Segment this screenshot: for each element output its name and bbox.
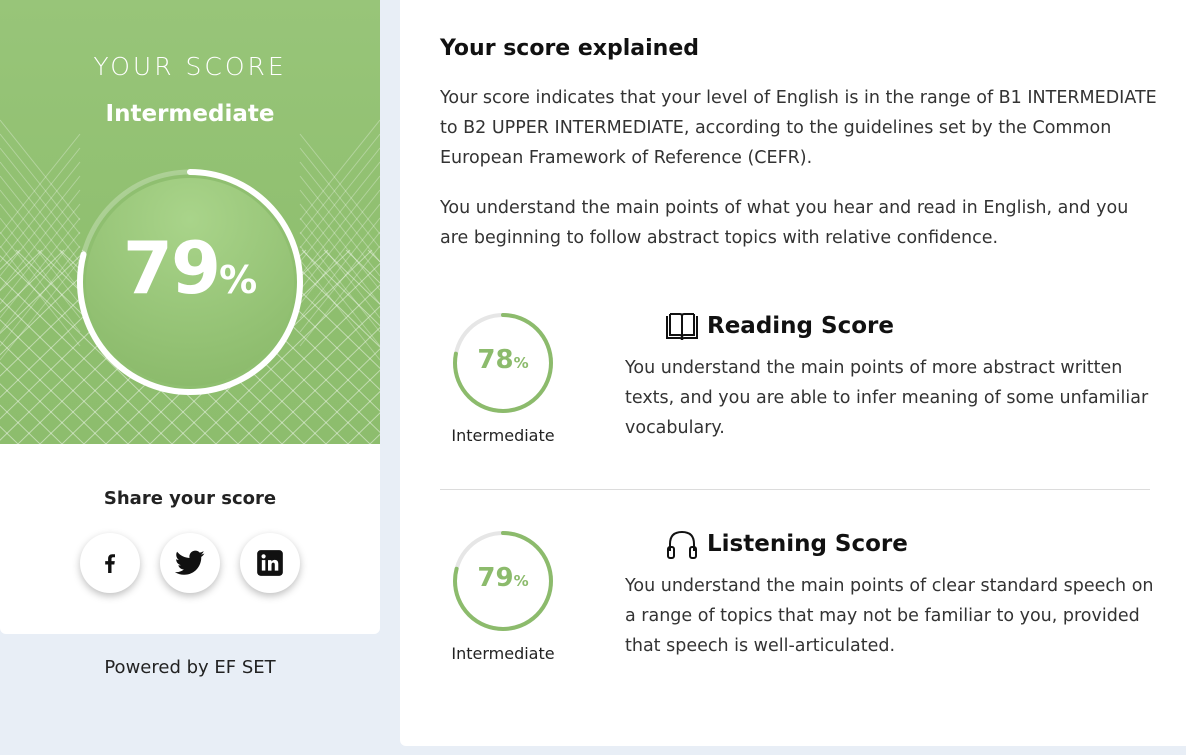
facebook-button[interactable] [80, 533, 140, 593]
overall-score-unit: % [219, 258, 258, 302]
score-hero: YOUR SCORE Intermediate 79% [0, 0, 380, 444]
listening-level: Intermediate [451, 644, 555, 663]
section-divider [440, 489, 1150, 490]
reading-score-title: Reading Score [665, 311, 894, 341]
reading-score-label: Reading Score [707, 313, 894, 339]
explanation-paragraph-1: Your score indicates that your level of … [440, 88, 1157, 168]
overall-score-value: 79% [74, 226, 306, 310]
linkedin-icon [257, 550, 283, 576]
overall-level: Intermediate [105, 101, 275, 127]
listening-score-title: Listening Score [665, 529, 908, 559]
reading-score-number: 78 [477, 345, 514, 375]
linkedin-button[interactable] [240, 533, 300, 593]
headphones-icon [665, 529, 699, 559]
explanation-title: Your score explained [440, 36, 699, 61]
listening-description: You understand the main points of clear … [625, 576, 1154, 656]
share-title: Share your score [103, 488, 277, 509]
your-score-heading: YOUR SCORE [93, 52, 287, 81]
twitter-button[interactable] [160, 533, 220, 593]
listening-score-number: 79 [477, 563, 514, 593]
listening-score-value: 79% [451, 563, 555, 593]
facebook-icon [105, 554, 115, 573]
listening-score-unit: % [513, 572, 529, 590]
powered-by: Powered by EF SET [104, 657, 276, 678]
book-icon [665, 311, 699, 341]
reading-score-value: 78% [451, 345, 555, 375]
twitter-icon [175, 550, 205, 575]
listening-score-label: Listening Score [707, 531, 908, 557]
reading-description: You understand the main points of more a… [625, 358, 1149, 438]
score-card: YOUR SCORE Intermediate 79% Share your s… [0, 0, 380, 634]
reading-level: Intermediate [451, 426, 555, 445]
explanation-paragraph-2: You understand the main points of what y… [440, 198, 1129, 248]
reading-score-unit: % [513, 354, 529, 372]
overall-score-number: 79 [122, 226, 221, 310]
explanation-panel: Your score explained Your score indicate… [400, 0, 1186, 746]
